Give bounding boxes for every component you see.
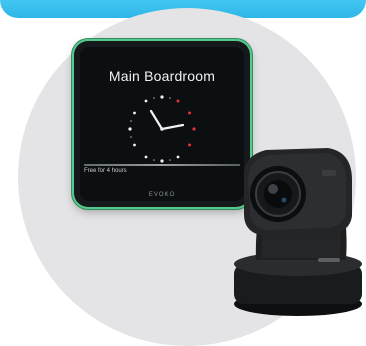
- status-divider: [84, 164, 240, 166]
- brand-logo: EVOKO: [148, 192, 176, 198]
- room-title: Main Boardroom: [108, 68, 216, 84]
- room-booking-panel: Main Boardroom Free for 4 hours EVOKO: [74, 41, 250, 207]
- availability-status: Free for 4 hours: [84, 168, 127, 174]
- clock-icon: [128, 95, 196, 163]
- ptz-camera-icon: [234, 148, 362, 316]
